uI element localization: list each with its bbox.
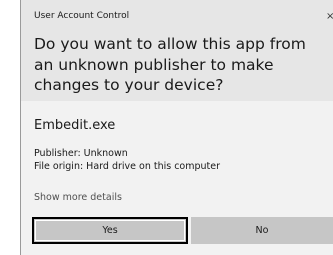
window-title: User Account Control [34,11,130,21]
no-button[interactable]: No [191,217,333,244]
publisher-info: Publisher: Unknown [34,148,128,159]
dialog-header: User Account Control × Do you want to al… [21,0,333,101]
no-button-label: No [255,225,269,236]
show-more-details-link[interactable]: Show more details [34,192,122,203]
app-name: Embedit.exe [34,118,116,133]
uac-dialog: User Account Control × Do you want to al… [20,0,333,255]
yes-button-label: Yes [102,225,118,236]
consent-question: Do you want to allow this app from an un… [34,35,306,94]
close-icon[interactable]: × [326,11,333,23]
file-origin-info: File origin: Hard drive on this computer [34,161,221,172]
yes-button[interactable]: Yes [32,217,188,244]
